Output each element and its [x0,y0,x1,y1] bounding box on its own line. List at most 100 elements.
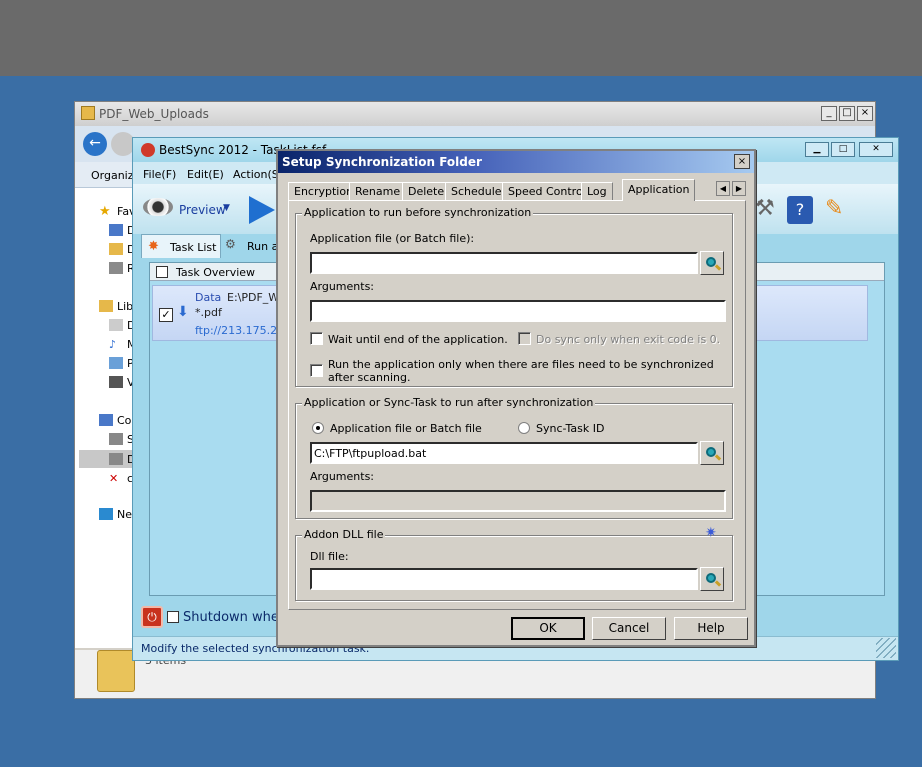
star-icon: ✸ [148,239,159,254]
nav-item-network[interactable]: Ne [117,508,132,521]
minimize-icon[interactable]: _ [821,106,837,121]
sync-task-id-label: Sync-Task ID [536,422,605,435]
maximize-icon[interactable]: □ [839,106,855,121]
task-local-path: E:\PDF_W [227,291,280,304]
desktop-icon [109,224,123,236]
explorer-nav-pane: ★ Fav D D R Libr D ♪ M P V Co S D ✕ c Ne [75,188,138,648]
tab-speed-control[interactable]: Speed Control [502,182,592,201]
tab-scroll-left-icon[interactable]: ◀ [716,181,730,196]
minimize-icon[interactable]: ▁ [805,142,829,157]
chevron-down-icon[interactable]: ▼ [223,203,230,213]
dll-file-label: Dll file: [310,550,349,563]
application-tab-page: Application to run before synchronizatio… [288,200,746,610]
select-all-checkbox[interactable] [156,266,168,278]
network-icon [99,508,113,520]
preview-button[interactable]: Preview [179,203,226,217]
exit-code-label: Do sync only when exit code is 0. [536,333,721,346]
documents-icon [109,319,123,331]
menu-file[interactable]: File(F) [143,168,176,181]
tab-delete[interactable]: Delete [402,182,451,201]
before-arguments-input[interactable] [310,300,726,322]
tab-log[interactable]: Log [581,182,613,201]
libraries-icon [99,300,113,312]
task-label: Data [195,291,222,304]
drive-icon [109,453,123,465]
explorer-titlebar[interactable]: PDF_Web_Uploads _ □ × [75,102,875,126]
exit-code-checkbox[interactable] [518,332,531,345]
group-title: Addon DLL file [302,528,386,541]
drive-icon [109,433,123,445]
task-checkbox[interactable]: ✓ [159,308,173,322]
ok-button[interactable]: OK [511,617,585,640]
help-button[interactable]: Help [674,617,748,640]
group-title: Application or Sync-Task to run after sy… [302,396,596,409]
bestsync-logo-icon [141,143,155,157]
tools-icon[interactable]: ⚒ [755,196,781,224]
browse-before-app-button[interactable] [700,251,724,275]
tab-task-list[interactable]: ✸ Task List [141,234,221,258]
app-file-label: Application file (or Batch file): [310,232,475,245]
nav-item-computer[interactable]: Co [117,414,131,427]
app-file-radio[interactable] [312,422,324,434]
back-arrow-icon[interactable]: ← [83,132,107,156]
dialog-titlebar[interactable]: Setup Synchronization Folder × [278,151,754,173]
browse-dll-button[interactable] [700,567,724,591]
run-arrow-icon[interactable] [249,196,275,224]
tab-schedule[interactable]: Schedule [445,182,508,201]
power-icon: ⏻ [141,606,163,628]
run-only-checkbox[interactable] [310,364,323,377]
maximize-icon[interactable]: □ [831,142,855,157]
organize-button[interactable]: Organiz [91,169,134,182]
gear-icon: ⚙ [225,237,236,251]
recent-icon [109,262,123,274]
help-book-icon[interactable]: ? [787,196,813,224]
tab-application[interactable]: Application [622,179,696,201]
column-task-overview[interactable]: Task Overview [176,266,255,279]
dll-file-input[interactable] [310,568,698,590]
magnifier-handle [714,454,722,461]
app-file-radio-label: Application file or Batch file [330,422,482,435]
shutdown-label: Shutdown when [183,610,288,625]
cancel-button[interactable]: Cancel [592,617,666,640]
shutdown-checkbox[interactable] [167,611,179,623]
explorer-title: PDF_Web_Uploads [99,107,209,121]
addon-gear-icon: ✷ [705,525,717,541]
close-icon[interactable]: × [734,154,750,169]
screen-top-band [0,0,922,76]
network-drive-icon: ✕ [109,472,119,485]
arguments-label: Arguments: [310,280,375,293]
folder-icon [81,106,95,120]
after-sync-group: Application or Sync-Task to run after sy… [295,396,733,519]
magnifier-handle [714,580,722,587]
eye-icon[interactable] [143,198,173,216]
sync-task-id-radio[interactable] [518,422,530,434]
wait-until-end-checkbox[interactable] [310,332,323,345]
after-arguments-input[interactable] [310,490,726,512]
browse-after-app-button[interactable] [700,441,724,465]
tab-scroll-right-icon[interactable]: ▶ [732,181,746,196]
downloads-icon [109,243,123,255]
magnifier-handle [714,264,722,271]
dialog-title: Setup Synchronization Folder [282,155,482,169]
tab-rename[interactable]: Rename [349,182,407,201]
after-app-file-input[interactable]: C:\FTP\ftpupload.bat [310,442,698,464]
addon-dll-group: Addon DLL file Dll file: [295,528,733,601]
music-icon: ♪ [109,338,117,351]
close-icon[interactable]: ✕ [859,142,893,157]
menu-edit[interactable]: Edit(E) [187,168,224,181]
before-app-file-input[interactable] [310,252,698,274]
edit-pencil-icon[interactable]: ✎ [825,196,851,224]
task-filter: *.pdf [195,306,222,319]
star-icon: ★ [99,204,111,219]
before-sync-group: Application to run before synchronizatio… [295,206,733,387]
run-only-label: Run the application only when there are … [328,358,714,384]
computer-icon [99,414,113,426]
resize-grip-icon[interactable] [876,638,896,658]
wait-until-end-label: Wait until end of the application. [328,333,508,346]
videos-icon [109,376,123,388]
download-arrow-icon: ⬇ [177,304,189,320]
tab-label: Task List [170,241,217,254]
close-icon[interactable]: × [857,106,873,121]
folder-icon [97,650,135,692]
arguments-label: Arguments: [310,470,375,483]
